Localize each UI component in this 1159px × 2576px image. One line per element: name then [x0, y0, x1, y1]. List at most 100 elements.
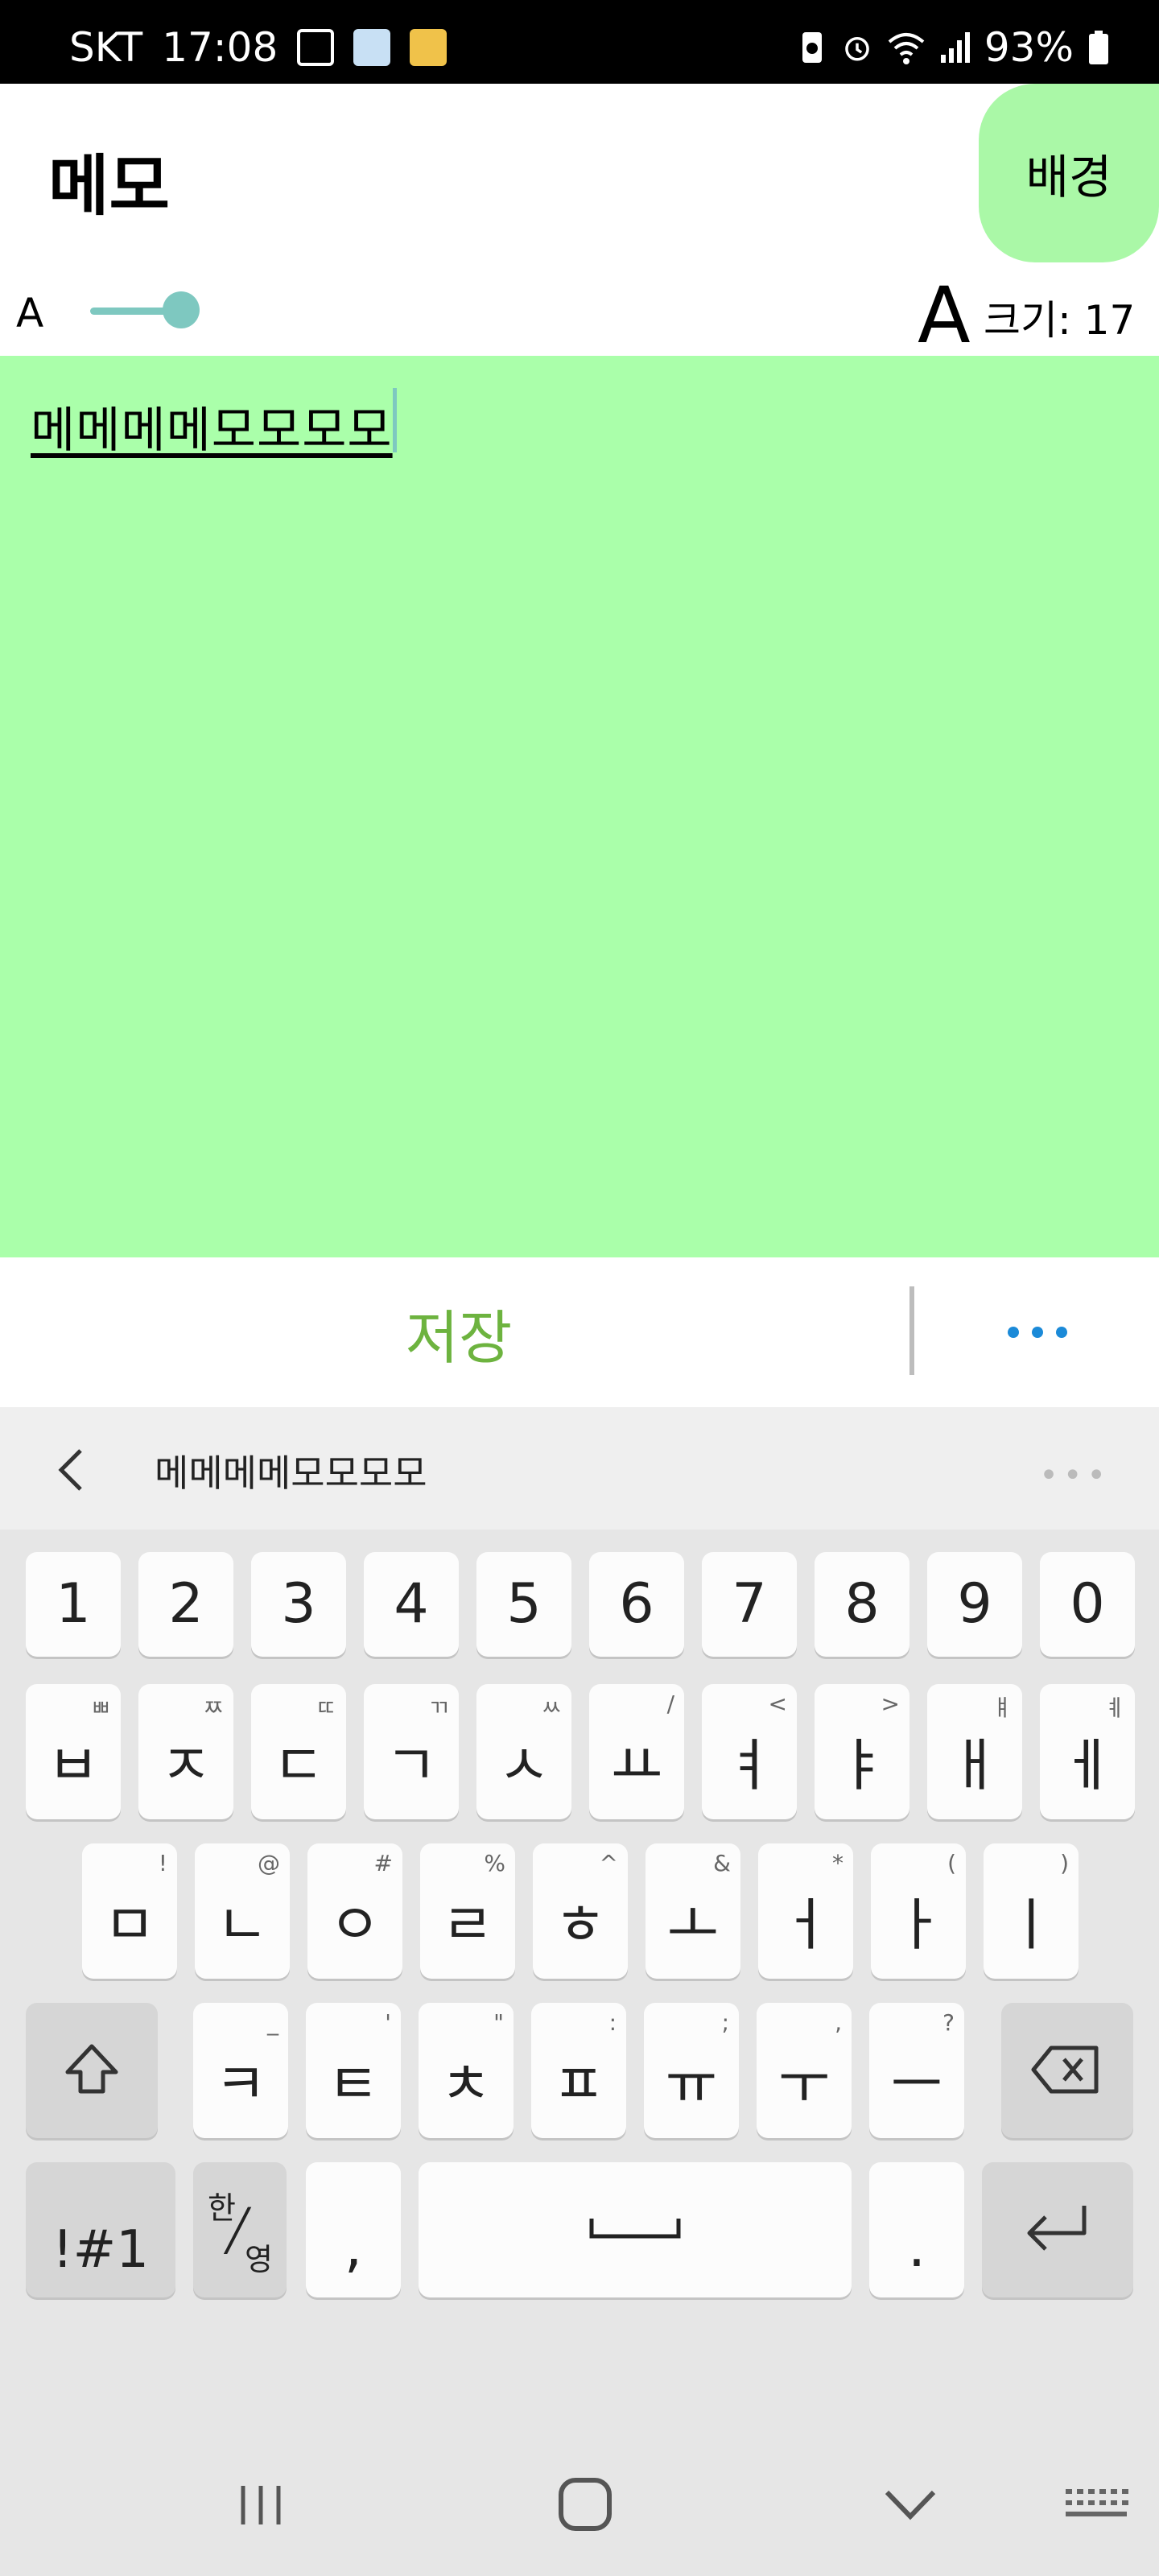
letter-key[interactable]: ㄴ @	[195, 1843, 290, 1979]
gallery-notification-icon	[297, 29, 335, 66]
key-label: 7	[732, 1572, 767, 1636]
key-secondary-label: /	[666, 1690, 674, 1717]
number-key-2[interactable]: 2	[138, 1552, 233, 1657]
key-label: ㅋ	[214, 2051, 267, 2117]
letter-key[interactable]: ㅏ(	[871, 1843, 966, 1979]
letter-key[interactable]: ㅂㅃ	[26, 1684, 121, 1819]
key-label: ㅊ	[439, 2051, 493, 2117]
key-label: ㅌ	[327, 2051, 380, 2117]
more-options-button[interactable]	[1006, 1309, 1070, 1357]
number-key-9[interactable]: 9	[927, 1552, 1022, 1657]
chevron-down-icon[interactable]	[882, 2484, 938, 2524]
key-label: ㅔ	[1061, 1732, 1114, 1798]
letter-key[interactable]: ㅌ '	[306, 2003, 401, 2138]
app-header: 메모 배경	[0, 84, 1159, 262]
key-label: 5	[506, 1572, 542, 1636]
key-label: ㅠ	[665, 2051, 718, 2117]
enter-key[interactable]	[982, 2162, 1133, 2297]
key-secondary-label: @	[258, 1850, 280, 1876]
key-secondary-label: ㄸ	[316, 1695, 336, 1721]
letter-key[interactable]: ㅍ:	[531, 2003, 626, 2138]
number-key-4[interactable]: 4	[364, 1552, 459, 1657]
key-label: ㅍ	[552, 2051, 605, 2117]
recent-apps-icon[interactable]	[237, 2481, 285, 2529]
battery-saver-icon	[802, 32, 822, 63]
letter-key[interactable]: ㅔㅖ	[1040, 1684, 1135, 1819]
memo-notification-icon	[410, 29, 448, 66]
key-label: ㄹ	[441, 1892, 494, 1958]
letter-key[interactable]: ㄱㄲ	[364, 1684, 459, 1819]
key-secondary-label: &	[713, 1850, 731, 1876]
suggestion-word[interactable]: 메메메메모모모모	[155, 1444, 427, 1497]
letter-key[interactable]: ㅓ *	[758, 1843, 853, 1979]
key-label: 4	[394, 1572, 429, 1636]
home-icon[interactable]	[557, 2476, 613, 2533]
letter-key[interactable]: ㅠ;	[644, 2003, 739, 2138]
memo-text[interactable]: 메메메메모모모모	[31, 391, 393, 461]
chevron-left-icon[interactable]	[48, 1446, 97, 1494]
letter-key[interactable]: ㅣ)	[984, 1843, 1079, 1979]
language-switch-key[interactable]: 한 ╱ 영	[193, 2162, 287, 2297]
letter-key[interactable]: ㅋ _	[193, 2003, 288, 2138]
key-secondary-label: ㅉ	[203, 1695, 224, 1721]
letter-key[interactable]: ㅗ &	[645, 1843, 740, 1979]
number-key-3[interactable]: 3	[251, 1552, 346, 1657]
key-secondary-label: *	[832, 1850, 843, 1876]
backspace-key[interactable]	[1001, 2003, 1133, 2138]
letter-key[interactable]: ㄷㄸ	[251, 1684, 346, 1819]
letter-key[interactable]: ㅇ #	[307, 1843, 402, 1979]
small-font-indicator: A	[16, 290, 44, 336]
key-label: ㅕ	[723, 1732, 776, 1798]
number-key-5[interactable]: 5	[476, 1552, 571, 1657]
letter-key[interactable]: ㅛ /	[589, 1684, 684, 1819]
key-secondary-label: ㅃ	[90, 1695, 111, 1721]
space-key[interactable]	[419, 2162, 852, 2297]
number-key-7[interactable]: 7	[702, 1552, 797, 1657]
large-font-indicator: A	[918, 270, 971, 361]
letter-key[interactable]: ㅅㅆ	[476, 1684, 571, 1819]
letter-key[interactable]: ㅁ!	[82, 1843, 177, 1979]
letter-key[interactable]: ㅊ "	[419, 2003, 514, 2138]
key-secondary-label: "	[493, 2009, 504, 2036]
comma-key[interactable]: ,	[306, 2162, 401, 2297]
symbols-key[interactable]: !#1	[26, 2162, 175, 2297]
letter-key[interactable]: ㅎ ^	[533, 1843, 628, 1979]
status-bar: SKT 17:08 93%	[0, 0, 1159, 84]
key-label: ㅂ	[47, 1732, 100, 1798]
key-label: 1	[56, 1572, 91, 1636]
page-title: 메모	[48, 148, 170, 225]
letter-key[interactable]: ㅈㅉ	[138, 1684, 233, 1819]
key-secondary-label: ^	[599, 1850, 618, 1876]
number-key-8[interactable]: 8	[815, 1552, 909, 1657]
key-label: ㅜ	[777, 2051, 831, 2117]
background-color-button[interactable]: 배경	[979, 84, 1159, 262]
period-key[interactable]: .	[869, 2162, 964, 2297]
save-button[interactable]: 저장	[241, 1257, 676, 1407]
key-secondary-label: ㅒ	[992, 1695, 1013, 1721]
memo-editor[interactable]: 메메메메모모모모	[0, 356, 1159, 1257]
keyboard-icon[interactable]	[1064, 2486, 1128, 2526]
number-key-6[interactable]: 6	[589, 1552, 684, 1657]
key-secondary-label: ㅆ	[541, 1695, 562, 1721]
key-secondary-label: :	[608, 2009, 617, 2036]
text-cursor	[393, 388, 397, 452]
shift-key[interactable]	[26, 2003, 158, 2138]
key-secondary-label: %	[484, 1850, 505, 1876]
letter-key[interactable]: ㅑ >	[815, 1684, 909, 1819]
key-label: ㅁ	[103, 1892, 156, 1958]
letter-key[interactable]: ㄹ%	[420, 1843, 515, 1979]
font-size-slider-thumb[interactable]	[163, 291, 200, 328]
key-secondary-label: ㄲ	[428, 1695, 449, 1721]
suggestion-more-icon[interactable]: •••	[1039, 1457, 1111, 1494]
letter-key[interactable]: ㅜ,	[757, 2003, 852, 2138]
clock: 17:08	[162, 24, 278, 71]
letter-key[interactable]: ㅐㅒ	[927, 1684, 1022, 1819]
battery-percent: 93%	[984, 24, 1074, 71]
key-secondary-label: (	[947, 1850, 956, 1876]
number-key-0[interactable]: 0	[1040, 1552, 1135, 1657]
calendar-notification-icon	[353, 29, 391, 66]
letter-key[interactable]: ㅕ <	[702, 1684, 797, 1819]
letter-key[interactable]: ㅡ?	[869, 2003, 964, 2138]
number-key-1[interactable]: 1	[26, 1552, 121, 1657]
key-secondary-label: )	[1060, 1850, 1069, 1876]
